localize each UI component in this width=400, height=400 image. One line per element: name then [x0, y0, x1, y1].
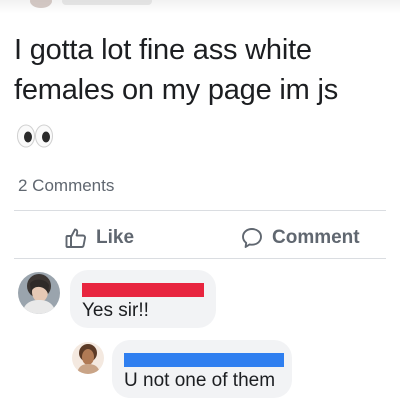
comment-button[interactable]: Comment [240, 224, 360, 252]
commenter-avatar[interactable] [18, 272, 60, 314]
divider-top [14, 210, 386, 211]
eyes-emoji-icon [16, 124, 56, 148]
thumbs-up-icon [64, 226, 88, 250]
speech-bubble-icon [240, 226, 264, 250]
comment-bubble: Yes sir!! [70, 270, 216, 328]
comment-text: Yes sir!! [82, 300, 149, 321]
cropped-post-header [0, 0, 400, 14]
like-button[interactable]: Like [64, 224, 134, 252]
redacted-commenter-name [82, 283, 204, 297]
reply-text: U not one of them [124, 370, 276, 391]
reply-avatar[interactable] [72, 342, 104, 374]
redacted-reply-name [124, 353, 284, 367]
comments-count-link[interactable]: 2 Comments [18, 176, 114, 196]
divider-bottom [14, 258, 386, 259]
comment-label: Comment [272, 227, 360, 248]
reply-bubble: U not one of them [112, 340, 292, 398]
post-text: I gotta lot fine ass white females on my… [14, 34, 338, 106]
poster-name-partial [62, 0, 152, 5]
like-label: Like [96, 227, 135, 248]
